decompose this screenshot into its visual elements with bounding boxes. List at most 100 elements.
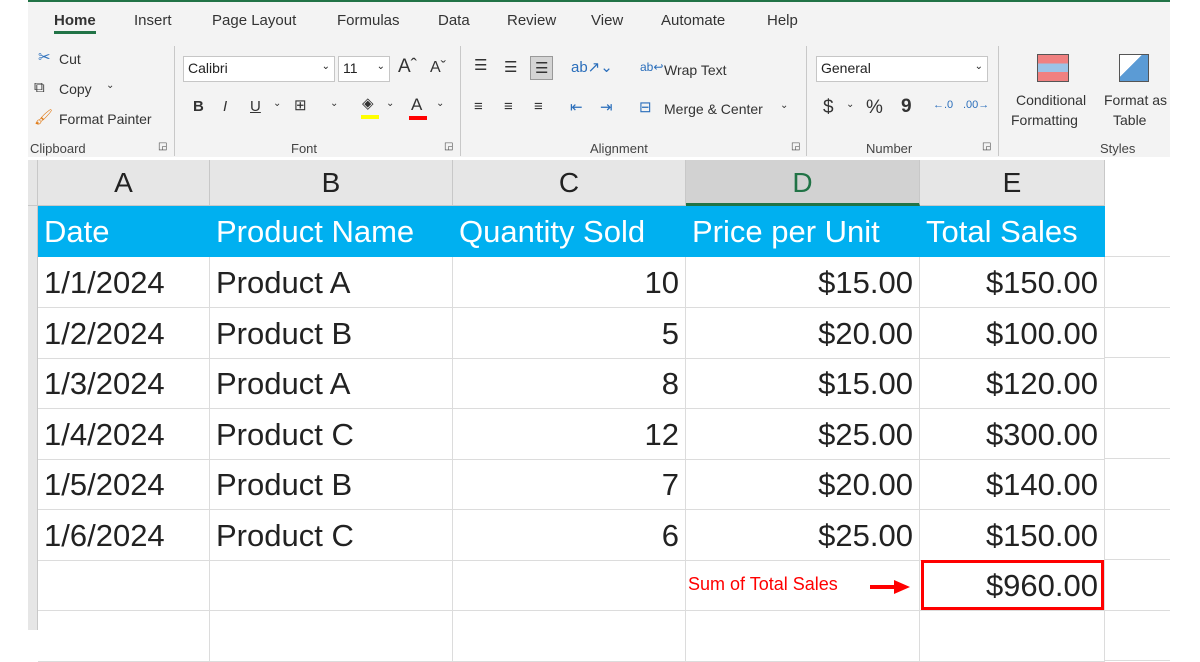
cut-button[interactable]: Cut (59, 51, 81, 67)
tab-data[interactable]: Data (438, 12, 470, 29)
align-top-icon[interactable]: ☰ (474, 56, 487, 74)
table-cell[interactable]: Product C (210, 509, 453, 561)
conditional-formatting-button[interactable]: Conditional (1016, 92, 1086, 108)
tab-home[interactable]: Home (54, 12, 96, 34)
dialog-launcher-icon[interactable]: ◲ (444, 141, 453, 152)
italic-button[interactable]: I (223, 98, 227, 115)
decrease-decimal-icon[interactable]: .00→ (963, 99, 989, 111)
table-cell[interactable]: $300.00 (920, 408, 1105, 460)
format-as-table-label[interactable]: Table (1113, 112, 1146, 128)
dialog-launcher-icon[interactable]: ◲ (158, 141, 167, 152)
table-cell[interactable]: 1/5/2024 (38, 459, 210, 510)
empty-cell[interactable] (38, 560, 210, 611)
align-middle-icon[interactable]: ☰ (504, 58, 517, 76)
header-cell[interactable]: Total Sales (920, 206, 1105, 257)
wrap-text-button[interactable]: Wrap Text (664, 62, 727, 78)
empty-cell[interactable] (686, 610, 920, 662)
tab-review[interactable]: Review (507, 12, 556, 29)
align-bottom-icon[interactable]: ☰ (530, 56, 554, 80)
format-painter-button[interactable]: Format Painter (59, 111, 152, 127)
table-cell[interactable]: 1/6/2024 (38, 509, 210, 561)
table-cell[interactable]: 7 (453, 459, 686, 510)
table-cell[interactable]: 5 (453, 307, 686, 359)
row-headers[interactable] (28, 206, 38, 630)
table-cell[interactable]: $150.00 (920, 257, 1105, 308)
table-cell[interactable]: 10 (453, 257, 686, 308)
bold-button[interactable]: B (193, 98, 204, 115)
empty-cell[interactable] (210, 560, 453, 611)
table-cell[interactable]: $15.00 (686, 257, 920, 308)
empty-cell[interactable] (38, 610, 210, 662)
format-as-table-button[interactable]: Format as (1104, 92, 1167, 108)
column-header-b[interactable]: B (210, 160, 453, 206)
orientation-icon[interactable]: ab↗⌄ (571, 58, 613, 76)
merge-center-button[interactable]: Merge & Center (664, 101, 763, 117)
select-all-corner[interactable] (28, 160, 38, 206)
copy-button[interactable]: Copy (59, 81, 92, 97)
conditional-formatting-label[interactable]: Formatting (1011, 112, 1078, 128)
increase-indent-icon[interactable]: ⇥ (600, 98, 613, 116)
table-cell[interactable]: 1/1/2024 (38, 257, 210, 308)
chevron-down-icon[interactable]: ⌄ (780, 100, 788, 111)
chevron-down-icon[interactable]: ⌄ (846, 99, 854, 110)
dialog-launcher-icon[interactable]: ◲ (791, 141, 800, 152)
increase-decimal-icon[interactable]: ←.0 (933, 99, 953, 111)
table-cell[interactable]: 6 (453, 509, 686, 561)
chevron-down-icon[interactable]: ⌄ (436, 98, 444, 109)
decrease-indent-icon[interactable]: ⇤ (570, 98, 583, 116)
tab-help[interactable]: Help (767, 12, 798, 29)
fill-color-icon[interactable]: ◈ (361, 94, 379, 119)
table-cell[interactable]: 12 (453, 408, 686, 460)
currency-button[interactable]: $ (823, 97, 834, 119)
table-cell[interactable]: 8 (453, 358, 686, 409)
table-cell[interactable]: Product B (210, 459, 453, 510)
number-format-select[interactable]: General ⌄ (816, 56, 988, 82)
table-cell[interactable]: Product A (210, 358, 453, 409)
empty-cell[interactable] (453, 610, 686, 662)
table-cell[interactable]: $120.00 (920, 358, 1105, 409)
table-cell[interactable]: $15.00 (686, 358, 920, 409)
tab-insert[interactable]: Insert (134, 12, 172, 29)
align-center-icon[interactable]: ≡ (504, 98, 513, 115)
column-header-e[interactable]: E (920, 160, 1105, 206)
decrease-font-icon[interactable]: Aˇ (430, 59, 446, 77)
borders-icon[interactable]: ⊞ (294, 96, 307, 114)
font-size-select[interactable]: 11 ⌄ (338, 56, 390, 82)
table-cell[interactable]: $100.00 (920, 307, 1105, 359)
chevron-down-icon[interactable]: ⌄ (106, 80, 114, 91)
empty-cell[interactable] (453, 560, 686, 611)
table-cell[interactable]: Product C (210, 408, 453, 460)
tab-view[interactable]: View (591, 12, 623, 29)
column-header-d[interactable]: D (686, 160, 920, 206)
table-cell[interactable]: $20.00 (686, 307, 920, 359)
table-cell[interactable]: $20.00 (686, 459, 920, 510)
column-header-c[interactable]: C (453, 160, 686, 206)
table-cell[interactable]: $25.00 (686, 408, 920, 460)
font-name-select[interactable]: Calibri ⌄ (183, 56, 335, 82)
column-header-a[interactable]: A (38, 160, 210, 206)
empty-cell[interactable] (920, 610, 1105, 662)
table-cell[interactable]: 1/4/2024 (38, 408, 210, 460)
table-cell[interactable]: $25.00 (686, 509, 920, 561)
chevron-down-icon[interactable]: ⌄ (386, 98, 394, 109)
chevron-down-icon[interactable]: ⌄ (273, 98, 281, 109)
increase-font-icon[interactable]: Aˆ (398, 56, 417, 78)
table-cell[interactable]: $150.00 (920, 509, 1105, 561)
table-cell[interactable]: Product B (210, 307, 453, 359)
tab-automate[interactable]: Automate (661, 12, 725, 29)
dialog-launcher-icon[interactable]: ◲ (982, 141, 991, 152)
chevron-down-icon[interactable]: ⌄ (330, 98, 338, 109)
table-cell[interactable]: 1/2/2024 (38, 307, 210, 359)
table-cell[interactable]: Product A (210, 257, 453, 308)
tab-page-layout[interactable]: Page Layout (212, 12, 296, 29)
header-cell[interactable]: Date (38, 206, 210, 257)
comma-button[interactable]: 9 (901, 96, 912, 118)
header-cell[interactable]: Quantity Sold (453, 206, 686, 257)
empty-cell[interactable] (210, 610, 453, 662)
underline-button[interactable]: U (250, 98, 261, 115)
font-color-icon[interactable]: A (409, 95, 427, 120)
tab-formulas[interactable]: Formulas (337, 12, 400, 29)
table-cell[interactable]: 1/3/2024 (38, 358, 210, 409)
align-right-icon[interactable]: ≡ (534, 98, 543, 115)
table-cell[interactable]: $140.00 (920, 459, 1105, 510)
